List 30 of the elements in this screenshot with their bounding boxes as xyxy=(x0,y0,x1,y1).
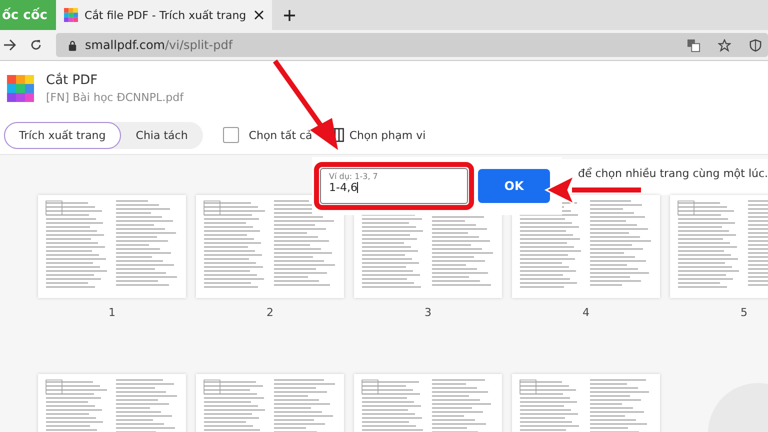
ok-button[interactable]: OK xyxy=(478,169,550,203)
page-thumbnail[interactable] xyxy=(196,195,344,298)
checkbox[interactable] xyxy=(222,127,239,143)
close-icon[interactable] xyxy=(254,10,264,20)
tool-title: Cắt PDF xyxy=(46,73,99,88)
page-number: 2 xyxy=(266,306,274,319)
range-input[interactable]: Ví dụ: 1-3, 7 1-4,6 xyxy=(320,168,468,204)
forward-arrow-icon[interactable] xyxy=(4,39,16,51)
address-bar[interactable]: smallpdf.com/vi/split-pdf xyxy=(56,33,768,57)
page-number: 3 xyxy=(424,306,432,319)
mode-tab[interactable]: Chia tách xyxy=(120,122,203,148)
page-number: 4 xyxy=(582,306,590,319)
file-name: [FN] Bài học ĐCNNPL.pdf xyxy=(46,91,184,104)
grid-logo-icon xyxy=(7,75,34,102)
page-number: 1 xyxy=(108,306,116,319)
browser-tab[interactable]: Cắt file PDF - Trích xuất trang xyxy=(56,0,272,30)
page-number: 5 xyxy=(740,306,748,319)
select-all-label[interactable]: Chọn tất cả xyxy=(248,128,312,142)
select-range-label[interactable]: Chọn phạm vi xyxy=(349,128,426,142)
reload-icon[interactable] xyxy=(30,39,42,51)
page-thumbnail[interactable] xyxy=(512,195,660,298)
new-tab-icon[interactable] xyxy=(284,10,295,20)
hint-text: để chọn nhiều trang cùng một lúc. xyxy=(560,159,768,195)
page-thumbnail[interactable] xyxy=(38,195,186,298)
lock-icon xyxy=(68,40,77,50)
mode-tab[interactable]: Trích xuất trang xyxy=(4,122,121,148)
star-icon[interactable] xyxy=(718,38,731,52)
shield-icon[interactable] xyxy=(749,38,762,52)
grid-logo-icon xyxy=(64,8,78,22)
translate-icon[interactable] xyxy=(687,38,700,52)
